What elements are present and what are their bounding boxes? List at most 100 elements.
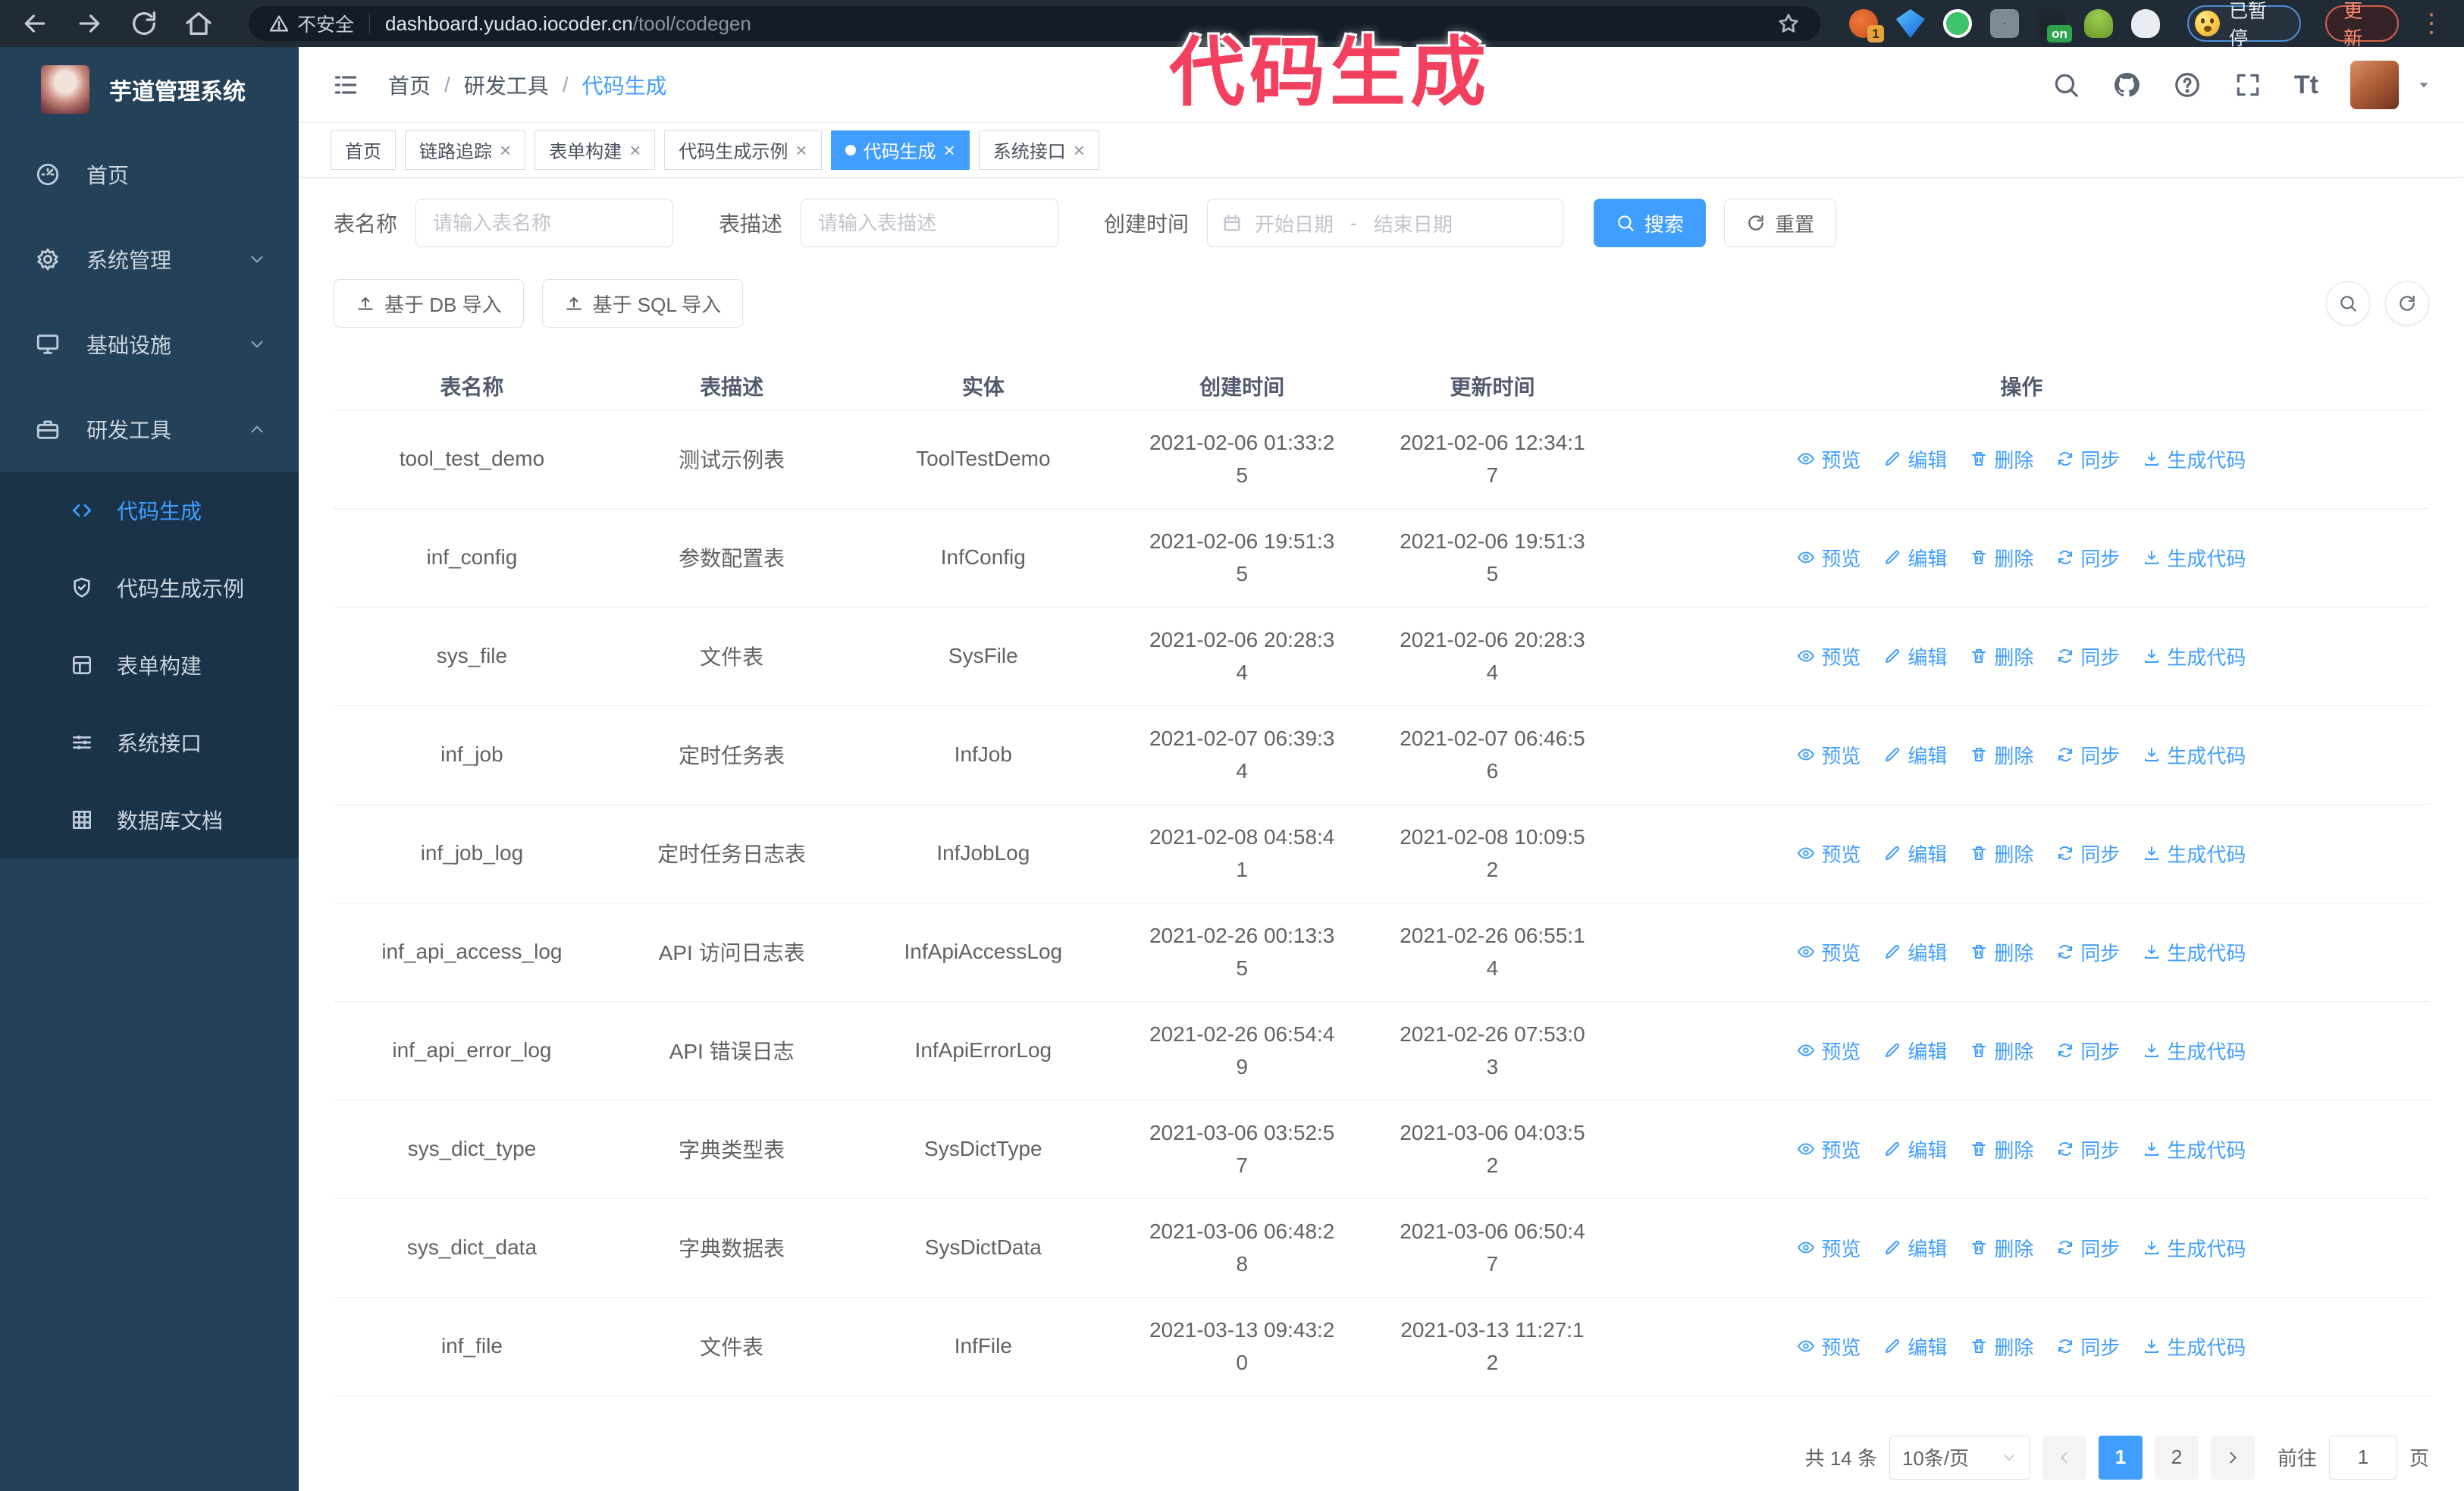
delete-action-link[interactable]: 删除: [1970, 1332, 2033, 1361]
generate-code-action-link[interactable]: 生成代码: [2143, 445, 2246, 473]
generate-code-action-link[interactable]: 生成代码: [2143, 938, 2246, 966]
preview-action-link[interactable]: 预览: [1797, 938, 1861, 966]
browser-update-button[interactable]: 更新: [2325, 1, 2399, 49]
sync-action-link[interactable]: 同步: [2056, 445, 2120, 473]
browser-back-icon[interactable]: [20, 8, 50, 39]
generate-code-action-link[interactable]: 生成代码: [2143, 741, 2246, 769]
user-avatar[interactable]: [2350, 60, 2399, 109]
sync-action-link[interactable]: 同步: [2056, 1135, 2120, 1163]
edit-action-link[interactable]: 编辑: [1883, 840, 1947, 868]
sync-action-link[interactable]: 同步: [2056, 544, 2120, 572]
extension-icon-1[interactable]: 1: [1848, 9, 1884, 42]
delete-action-link[interactable]: 删除: [1970, 840, 2033, 868]
generate-code-action-link[interactable]: 生成代码: [2143, 1234, 2246, 1262]
sidebar-item-home[interactable]: 首页: [0, 132, 299, 217]
page-size-select[interactable]: 10条/页: [1889, 1435, 2030, 1480]
edit-action-link[interactable]: 编辑: [1883, 1332, 1947, 1361]
bookmark-star-icon[interactable]: [1776, 11, 1801, 36]
browser-home-icon[interactable]: [183, 8, 214, 39]
date-range-picker[interactable]: 开始日期 - 结束日期: [1207, 199, 1564, 247]
browser-reload-icon[interactable]: [129, 8, 159, 39]
delete-action-link[interactable]: 删除: [1970, 1135, 2033, 1163]
browser-forward-icon[interactable]: [74, 8, 105, 39]
avatar-caret-down-icon[interactable]: [2415, 77, 2432, 93]
sidebar-item-db-docs[interactable]: 数据库文档: [0, 781, 299, 859]
edit-action-link[interactable]: 编辑: [1883, 544, 1947, 572]
preview-action-link[interactable]: 预览: [1797, 1135, 1861, 1163]
refresh-table-button[interactable]: [2385, 281, 2429, 325]
extension-icon-6[interactable]: [2083, 9, 2113, 38]
extension-icon-7[interactable]: [2130, 9, 2160, 38]
preview-action-link[interactable]: 预览: [1797, 1037, 1861, 1065]
sync-action-link[interactable]: 同步: [2056, 741, 2120, 769]
sync-action-link[interactable]: 同步: [2056, 1037, 2120, 1065]
sidebar-item-codegen[interactable]: 代码生成: [0, 472, 299, 549]
next-page-button[interactable]: [2210, 1435, 2255, 1480]
delete-action-link[interactable]: 删除: [1970, 1037, 2033, 1065]
sync-action-link[interactable]: 同步: [2056, 1332, 2120, 1361]
generate-code-action-link[interactable]: 生成代码: [2143, 1332, 2246, 1361]
sidebar-item-infra[interactable]: 基础设施: [0, 302, 299, 387]
hamburger-icon[interactable]: [331, 70, 361, 100]
edit-action-link[interactable]: 编辑: [1883, 938, 1947, 966]
generate-code-action-link[interactable]: 生成代码: [2143, 544, 2246, 572]
tab-system-api[interactable]: 系统接口 ×: [978, 130, 1099, 170]
preview-action-link[interactable]: 预览: [1797, 642, 1861, 670]
tab-close-icon[interactable]: ×: [500, 140, 511, 160]
toggle-search-button[interactable]: [2326, 281, 2370, 325]
sync-action-link[interactable]: 同步: [2056, 642, 2120, 670]
delete-action-link[interactable]: 删除: [1970, 1234, 2033, 1262]
page-button-2[interactable]: 2: [2154, 1435, 2199, 1480]
help-icon[interactable]: [2173, 71, 2202, 99]
tab-close-icon[interactable]: ×: [629, 140, 641, 160]
extension-icon-2[interactable]: [1895, 9, 1925, 38]
delete-action-link[interactable]: 删除: [1970, 741, 2033, 769]
generate-code-action-link[interactable]: 生成代码: [2143, 1037, 2246, 1065]
goto-page-input[interactable]: [2328, 1435, 2397, 1480]
delete-action-link[interactable]: 删除: [1970, 938, 2033, 966]
sidebar-item-devtools[interactable]: 研发工具: [0, 387, 299, 472]
security-warning[interactable]: 不安全: [268, 10, 354, 37]
breadcrumb-item-devtools[interactable]: 研发工具: [464, 70, 549, 100]
tab-codegen[interactable]: 代码生成 ×: [830, 130, 970, 170]
generate-code-action-link[interactable]: 生成代码: [2143, 1135, 2246, 1163]
sidebar-item-system-api[interactable]: 系统接口: [0, 704, 299, 781]
prev-page-button[interactable]: [2042, 1435, 2086, 1480]
preview-action-link[interactable]: 预览: [1797, 544, 1861, 572]
browser-menu-icon[interactable]: ⋮: [2419, 11, 2444, 36]
font-size-icon[interactable]: Tt: [2294, 72, 2318, 98]
generate-code-action-link[interactable]: 生成代码: [2143, 642, 2246, 670]
tab-close-icon[interactable]: ×: [795, 140, 807, 160]
fullscreen-icon[interactable]: [2234, 71, 2262, 99]
delete-action-link[interactable]: 删除: [1970, 642, 2033, 670]
extension-icon-4[interactable]: [1989, 9, 2019, 38]
edit-action-link[interactable]: 编辑: [1883, 1037, 1947, 1065]
tab-tracing[interactable]: 链路追踪 ×: [405, 130, 526, 170]
edit-action-link[interactable]: 编辑: [1883, 445, 1947, 473]
edit-action-link[interactable]: 编辑: [1883, 1135, 1947, 1163]
header-search-icon[interactable]: [2052, 71, 2080, 99]
profile-paused-badge[interactable]: 已暂停: [2187, 1, 2302, 49]
table-name-input[interactable]: [415, 199, 674, 247]
sync-action-link[interactable]: 同步: [2056, 938, 2120, 966]
table-desc-input[interactable]: [801, 199, 1059, 247]
github-icon[interactable]: [2112, 71, 2141, 99]
extension-icon-5[interactable]: on: [2036, 9, 2072, 42]
sync-action-link[interactable]: 同步: [2056, 840, 2120, 868]
sync-action-link[interactable]: 同步: [2056, 1234, 2120, 1262]
edit-action-link[interactable]: 编辑: [1883, 1234, 1947, 1262]
sidebar-item-codegen-example[interactable]: 代码生成示例: [0, 549, 299, 626]
edit-action-link[interactable]: 编辑: [1883, 642, 1947, 670]
preview-action-link[interactable]: 预览: [1797, 741, 1861, 769]
extension-icon-3[interactable]: [1942, 9, 1972, 38]
generate-code-action-link[interactable]: 生成代码: [2143, 840, 2246, 868]
tab-form-builder[interactable]: 表单构建 ×: [534, 130, 656, 170]
preview-action-link[interactable]: 预览: [1797, 840, 1861, 868]
tab-close-icon[interactable]: ×: [1074, 140, 1085, 160]
edit-action-link[interactable]: 编辑: [1883, 741, 1947, 769]
search-button[interactable]: 搜索: [1594, 199, 1707, 247]
preview-action-link[interactable]: 预览: [1797, 1234, 1861, 1262]
import-db-button[interactable]: 基于 DB 导入: [334, 279, 524, 328]
tab-codegen-example[interactable]: 代码生成示例 ×: [664, 130, 822, 170]
address-bar[interactable]: 不安全 dashboard.yudao.iocoder.cn/tool/code…: [249, 6, 1820, 41]
